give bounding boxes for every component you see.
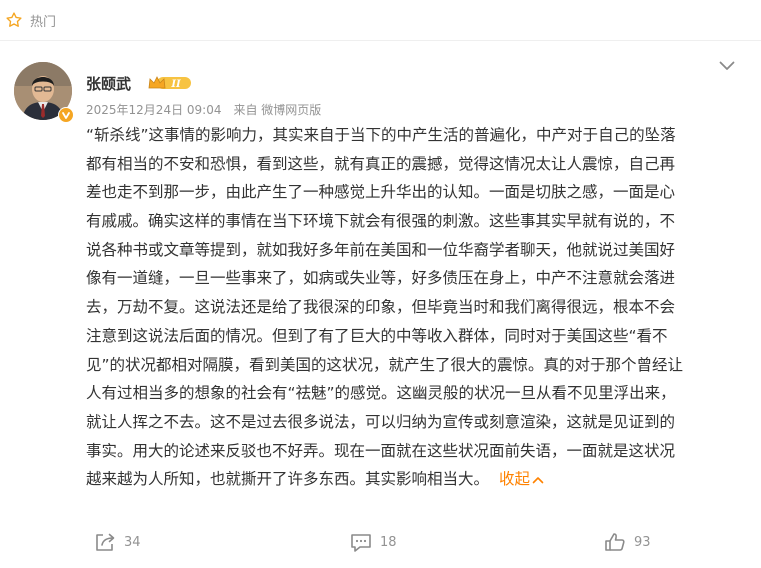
post-line: 差也走不到那一步，由此产生了一种感觉上升华出的认知。一面是切肤之感，一面是心: [86, 183, 676, 202]
post-line: 有戚戚。确实这样的事情在当下环境下就会有很强的刺激。这些事其实早就有说的，不: [86, 212, 676, 231]
chevron-down-icon: [719, 61, 735, 70]
share-button[interactable]: 34: [94, 526, 141, 558]
like-icon: [605, 533, 625, 551]
post-line-text: 越来越为人所知，也就撕开了许多东西。其实影响相当大。: [86, 470, 490, 489]
post-line: 见”的状况都相对隔膜，看到美国的这状况，就产生了很大的震惊。真的对于那个曾经让: [86, 355, 684, 374]
post-line: 就让人挥之不去。这不是过去很多说法，可以归纳为宣传或刻意渲染，这就是见证到的: [86, 412, 676, 431]
header-divider: [0, 40, 761, 41]
hot-label: 热门: [30, 14, 57, 30]
hot-header: 热门: [0, 0, 761, 40]
post-line: 事实。用大的论述来反驳也不好弄。现在一面就在这些状况面前失语，一面就是这状况: [86, 441, 676, 460]
post-line: 说各种书或文章等提到，就如我好多年前在美国和一位华裔学者聊天，他就说过美国好: [86, 240, 676, 259]
post-content: “斩杀线”这事情的影响力，其实来自于当下的中产生活的普遍化，中产对于自己的坠落 …: [86, 121, 736, 494]
author-name[interactable]: 张颐武: [86, 73, 131, 94]
like-button[interactable]: 93: [604, 526, 651, 558]
post-meta: 2025年12月24日 09:04 来自 微博网页版: [86, 101, 321, 118]
share-icon: [96, 533, 115, 551]
post-line: “斩杀线”这事情的影响力，其实来自于当下的中产生活的普遍化，中产对于自己的坠落: [86, 126, 676, 144]
star-outline-icon: [4, 10, 24, 30]
rank-crown-icon[interactable]: II: [147, 74, 193, 92]
share-count: 34: [124, 534, 141, 550]
comment-button[interactable]: 18: [350, 526, 397, 558]
post-line: 注意到这说法后面的情况。但到了有了巨大的中等收入群体，同时对于美国这些“看不: [86, 326, 668, 345]
post-line: 人有过相当多的想象的社会有“祛魅”的感觉。这幽灵般的状况一旦从看不见里浮出来，: [86, 384, 676, 403]
post-source: 来自 微博网页版: [233, 103, 322, 117]
post-line-last: 越来越为人所知，也就撕开了许多东西。其实影响相当大。 收起: [86, 465, 736, 494]
collapse-label: 收起: [499, 470, 531, 489]
action-bar: 34 18 93: [0, 526, 761, 558]
post-line: 像有一道缝，一旦一些事来了，如病或失业等，好多债压在身上，中产不注意就会落进: [86, 269, 676, 288]
post-line: 去，万劫不复。这说法还是给了我很深的印象，但毕竟当时和我们离得很远，根本不会: [86, 298, 676, 317]
more-options-button[interactable]: [717, 58, 737, 74]
comment-count: 18: [380, 534, 397, 550]
comment-icon: [351, 534, 371, 552]
verified-badge-icon: [58, 107, 74, 123]
like-count: 93: [634, 534, 651, 550]
chevron-up-icon: [532, 476, 544, 484]
collapse-button[interactable]: 收起: [499, 470, 544, 488]
post-date[interactable]: 2025年12月24日 09:04: [86, 101, 221, 118]
rank-badge-text: II: [170, 79, 181, 90]
post-line: 都有相当的不安和恐惧，看到这些，就有真正的震撼，觉得这情况太让人震惊，自己再: [86, 154, 676, 173]
